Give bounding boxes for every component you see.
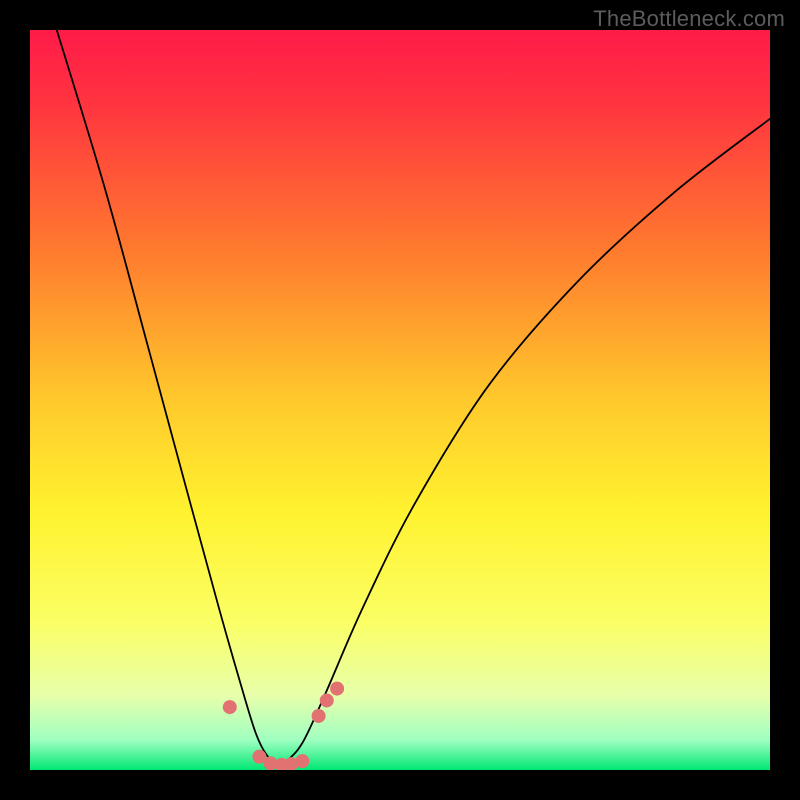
trough-marker	[320, 693, 334, 707]
watermark-text: TheBottleneck.com	[593, 6, 785, 32]
trough-marker	[312, 709, 326, 723]
trough-marker	[330, 682, 344, 696]
trough-marker	[223, 700, 237, 714]
trough-marker	[295, 754, 309, 768]
chart-frame: TheBottleneck.com	[0, 0, 800, 800]
bottleneck-chart	[0, 0, 800, 800]
plot-background	[30, 30, 770, 770]
